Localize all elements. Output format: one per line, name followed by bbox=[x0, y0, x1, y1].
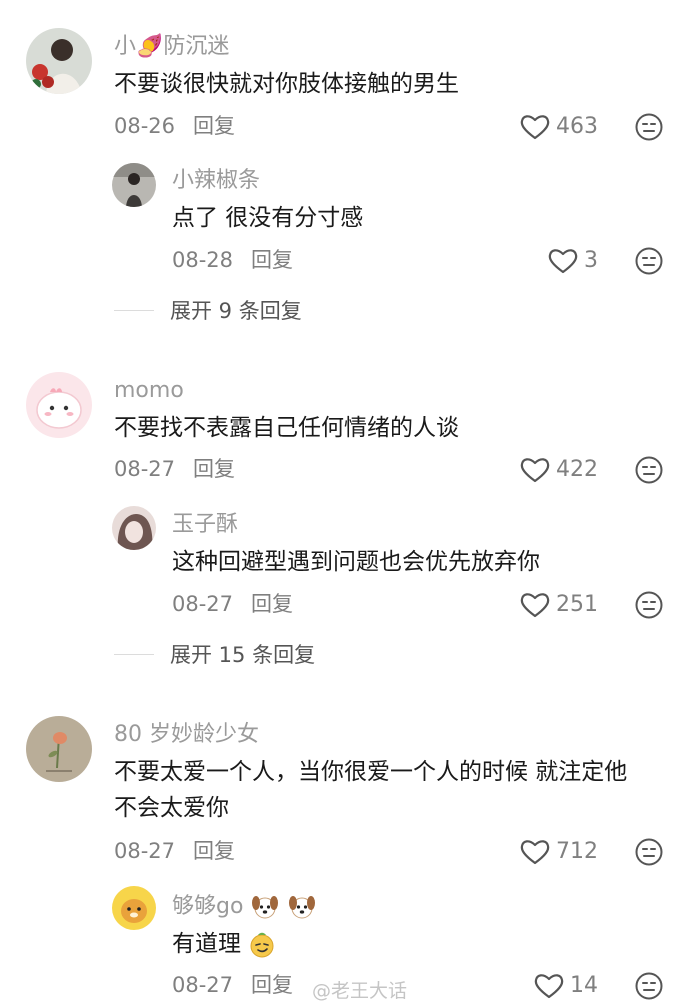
like-button[interactable]: 712 bbox=[520, 838, 598, 866]
reply-date: 08-27 bbox=[172, 592, 234, 616]
neutral-face-icon[interactable] bbox=[634, 246, 664, 276]
avatar[interactable] bbox=[26, 28, 92, 94]
reply-meta: 08-27 回复 bbox=[172, 591, 293, 617]
reply-button[interactable]: 回复 bbox=[251, 973, 293, 997]
avatar[interactable] bbox=[112, 886, 156, 930]
dog-face-icon bbox=[289, 896, 316, 919]
reply-meta: 08-27 回复 bbox=[172, 972, 293, 998]
reply-author-name[interactable]: 小辣椒条 bbox=[172, 167, 260, 195]
comment-date: 08-27 bbox=[114, 457, 176, 481]
reply-author-name[interactable]: 玉子酥 bbox=[172, 511, 238, 539]
comment-meta: 08-27 回复 bbox=[114, 838, 235, 864]
comment-text-line-2: 不会太爱你 bbox=[114, 795, 229, 821]
reply-text: 点了 很没有分寸感 bbox=[172, 205, 364, 231]
reply-author-name[interactable]: 够够go bbox=[172, 893, 317, 921]
like-button[interactable]: 251 bbox=[520, 591, 598, 619]
reply-button[interactable]: 回复 bbox=[193, 114, 235, 138]
like-button[interactable]: 14 bbox=[534, 972, 598, 1000]
comment-meta: 08-26 回复 bbox=[114, 113, 235, 139]
comment-text-line-1: 不要太爱一个人，当你很爱一个人的时候 就注定他 bbox=[114, 759, 628, 785]
neutral-face-icon[interactable] bbox=[634, 590, 664, 620]
heart-outline-icon bbox=[520, 840, 550, 865]
neutral-face-icon[interactable] bbox=[634, 112, 664, 142]
heart-outline-icon bbox=[520, 593, 550, 618]
comment-text: 不要谈很快就对你肢体接触的男生 bbox=[114, 71, 459, 97]
divider bbox=[114, 309, 154, 311]
dog-face-icon bbox=[252, 896, 279, 919]
heart-outline-icon bbox=[534, 974, 564, 999]
like-count: 712 bbox=[556, 839, 598, 864]
comment-author-name[interactable]: 80 岁妙龄少女 bbox=[114, 721, 259, 749]
avatar[interactable] bbox=[26, 372, 92, 438]
reply-author-name-text: 够够go bbox=[172, 894, 244, 919]
reply-text: 有道理 bbox=[172, 926, 276, 962]
expand-replies-button[interactable]: 展开 9 条回复 bbox=[114, 295, 302, 325]
like-button[interactable]: 422 bbox=[520, 456, 598, 484]
neutral-face-icon[interactable] bbox=[634, 837, 664, 867]
avatar[interactable] bbox=[112, 506, 156, 550]
reply-button[interactable]: 回复 bbox=[251, 592, 293, 616]
watermark: @老王大话 bbox=[312, 980, 408, 1002]
expand-replies-label: 展开 9 条回复 bbox=[170, 299, 302, 323]
like-count: 463 bbox=[556, 114, 598, 139]
reply-button[interactable]: 回复 bbox=[193, 839, 235, 863]
avatar[interactable] bbox=[26, 716, 92, 782]
reply-button[interactable]: 回复 bbox=[193, 457, 235, 481]
smirk-emoji-icon bbox=[250, 932, 274, 957]
like-count: 251 bbox=[556, 592, 598, 617]
like-button[interactable]: 463 bbox=[520, 113, 598, 141]
like-count: 422 bbox=[556, 457, 598, 482]
comment-date: 08-27 bbox=[114, 839, 176, 863]
reply-text: 这种回避型遇到问题也会优先放弃你 bbox=[172, 549, 540, 575]
avatar[interactable] bbox=[112, 163, 156, 207]
reply-button[interactable]: 回复 bbox=[251, 248, 293, 272]
comment-date: 08-26 bbox=[114, 114, 176, 138]
heart-outline-icon bbox=[520, 458, 550, 483]
like-count: 3 bbox=[584, 248, 598, 273]
reply-date: 08-27 bbox=[172, 973, 234, 997]
reply-date: 08-28 bbox=[172, 248, 234, 272]
expand-replies-label: 展开 15 条回复 bbox=[170, 643, 316, 667]
like-count: 14 bbox=[570, 973, 598, 998]
comment-author-name[interactable]: momo bbox=[114, 377, 184, 405]
reply-text-content: 有道理 bbox=[172, 931, 241, 957]
comment-text: 不要找不表露自己任何情绪的人谈 bbox=[114, 415, 459, 441]
heart-outline-icon bbox=[548, 249, 578, 274]
heart-outline-icon bbox=[520, 115, 550, 140]
divider bbox=[114, 653, 154, 655]
comment-author-name[interactable]: 小🍠防沉迷 bbox=[114, 33, 229, 61]
reply-meta: 08-28 回复 bbox=[172, 247, 293, 273]
like-button[interactable]: 3 bbox=[548, 247, 598, 275]
comment-meta: 08-27 回复 bbox=[114, 456, 235, 482]
neutral-face-icon[interactable] bbox=[634, 971, 664, 1001]
expand-replies-button[interactable]: 展开 15 条回复 bbox=[114, 639, 315, 669]
neutral-face-icon[interactable] bbox=[634, 455, 664, 485]
